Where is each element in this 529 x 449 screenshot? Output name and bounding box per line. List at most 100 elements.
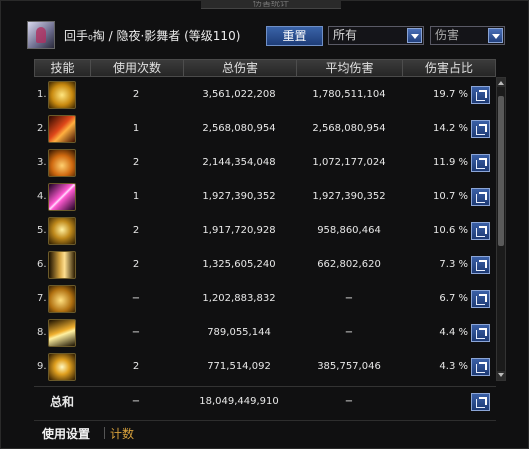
column-average-damage: 平均伤害 <box>297 60 403 76</box>
total-damage: 771,514,092 <box>207 361 271 372</box>
total-count: − <box>131 396 141 407</box>
tab-count[interactable]: 计数 <box>110 425 134 442</box>
use-count: 2 <box>132 157 140 168</box>
shadow-mask-skill-icon <box>48 217 76 245</box>
average-damage: 662,802,620 <box>317 259 381 270</box>
arrow-dash-skill-icon <box>48 319 76 347</box>
use-count: 2 <box>132 361 140 372</box>
total-row: 总和 − 18,049,449,910 − <box>34 386 496 416</box>
total-damage: 1,917,720,928 <box>202 225 276 236</box>
fighter-stance-skill-icon <box>48 285 76 313</box>
header: 回手₀掏 / 隐夜·影舞者 (等级110) 重置 所有 伤害 <box>1 15 529 55</box>
total-damage: 3,561,022,208 <box>202 89 276 100</box>
total-damage: 789,055,144 <box>207 327 271 338</box>
chevron-down-icon[interactable] <box>488 28 503 43</box>
row-index: 6. <box>37 259 47 270</box>
use-count: 1 <box>132 123 140 134</box>
table-row: 5. 2 1,917,720,928 958,860,464 10.6 % <box>34 214 496 247</box>
average-damage: 385,757,046 <box>317 361 381 372</box>
row-index: 2. <box>37 123 47 134</box>
row-index: 8. <box>37 327 47 338</box>
row-index: 3. <box>37 157 47 168</box>
total-damage: 1,325,605,240 <box>202 259 276 270</box>
table-row: 8. − 789,055,144 − 4.4 % <box>34 316 496 349</box>
share-button[interactable] <box>471 358 490 376</box>
row-index: 9. <box>37 361 47 372</box>
skill-damage-table: 技能 使用次数 总伤害 平均伤害 伤害占比 1. 2 3,561,022,208… <box>34 59 496 381</box>
table-scrollbar[interactable] <box>496 77 506 381</box>
total-damage: 1,202,883,832 <box>202 293 276 304</box>
damage-share: 10.7 % <box>433 191 468 202</box>
column-damage-share: 伤害占比 <box>424 61 473 75</box>
bottom-tabs: 使用设置 计数 <box>34 420 496 446</box>
average-damage: − <box>344 327 354 338</box>
share-button[interactable] <box>471 154 490 172</box>
type-select-value: 伤害 <box>435 28 460 42</box>
chevron-down-icon[interactable] <box>407 28 422 43</box>
filter-select[interactable]: 所有 <box>328 26 424 45</box>
share-button[interactable] <box>471 188 490 206</box>
column-skill: 技能 <box>35 60 91 76</box>
share-button[interactable] <box>471 222 490 240</box>
character-avatar <box>27 21 55 49</box>
share-button[interactable] <box>471 256 490 274</box>
row-index: 1. <box>37 89 47 100</box>
average-damage: − <box>344 293 354 304</box>
total-share-button[interactable] <box>471 393 490 411</box>
damage-share: 10.6 % <box>433 225 468 236</box>
tab-divider <box>104 427 105 439</box>
share-button[interactable] <box>471 120 490 138</box>
tab-usage-settings[interactable]: 使用设置 <box>42 425 90 442</box>
average-damage: 2,568,080,954 <box>312 123 386 134</box>
damage-share: 4.3 % <box>439 361 468 372</box>
damage-share: 7.3 % <box>439 259 468 270</box>
use-count: 2 <box>132 89 140 100</box>
type-select[interactable]: 伤害 <box>430 26 505 45</box>
table-row: 6. 2 1,325,605,240 662,802,620 7.3 % <box>34 248 496 281</box>
damage-share: 4.4 % <box>439 327 468 338</box>
table-row: 4. 1 1,927,390,352 1,927,390,352 10.7 % <box>34 180 496 213</box>
use-count: − <box>131 327 141 338</box>
total-damage: 18,049,449,910 <box>199 396 279 407</box>
total-label: 总和 <box>49 395 74 409</box>
red-slash-skill-icon <box>48 115 76 143</box>
column-total-damage: 总伤害 <box>184 60 297 76</box>
row-index: 7. <box>37 293 47 304</box>
use-count: 2 <box>132 225 140 236</box>
flame-burst-skill-icon <box>48 149 76 177</box>
row-index: 4. <box>37 191 47 202</box>
total-damage: 2,568,080,954 <box>202 123 276 134</box>
filter-select-value: 所有 <box>333 28 358 42</box>
damage-stats-window: 伤害统计 回手₀掏 / 隐夜·影舞者 (等级110) 重置 所有 伤害 技能 使… <box>0 0 529 449</box>
table-row: 9. 2 771,514,092 385,757,046 4.3 % <box>34 350 496 383</box>
table-row: 2. 1 2,568,080,954 2,568,080,954 14.2 % <box>34 112 496 145</box>
use-count: 2 <box>132 259 140 270</box>
damage-share: 11.9 % <box>433 157 468 168</box>
scroll-thumb[interactable] <box>498 96 504 246</box>
table-row: 1. 2 3,561,022,208 1,780,511,104 19.7 % <box>34 78 496 111</box>
average-damage: 1,780,511,104 <box>312 89 386 100</box>
scroll-down-icon[interactable] <box>497 371 505 380</box>
column-use-count: 使用次数 <box>91 60 184 76</box>
reset-button[interactable]: 重置 <box>266 26 323 46</box>
window-title: 伤害统计 <box>201 1 341 9</box>
average-damage: 958,860,464 <box>317 225 381 236</box>
average-damage: 1,072,177,024 <box>312 157 386 168</box>
cross-blade-skill-icon <box>48 183 76 211</box>
use-count: − <box>131 293 141 304</box>
scroll-up-icon[interactable] <box>497 78 505 87</box>
damage-share: 6.7 % <box>439 293 468 304</box>
character-name: 回手₀掏 / 隐夜·影舞者 (等级110) <box>64 29 241 43</box>
table-row: 7. − 1,202,883,832 − 6.7 % <box>34 282 496 315</box>
dash-strike-skill-icon <box>48 251 76 279</box>
row-index: 5. <box>37 225 47 236</box>
damage-share: 19.7 % <box>433 89 468 100</box>
total-damage: 1,927,390,352 <box>202 191 276 202</box>
share-button[interactable] <box>471 324 490 342</box>
table-header: 技能 使用次数 总伤害 平均伤害 伤害占比 <box>34 59 496 77</box>
share-button[interactable] <box>471 86 490 104</box>
use-count: 1 <box>132 191 140 202</box>
damage-share: 14.2 % <box>433 123 468 134</box>
table-row: 3. 2 2,144,354,048 1,072,177,024 11.9 % <box>34 146 496 179</box>
share-button[interactable] <box>471 290 490 308</box>
